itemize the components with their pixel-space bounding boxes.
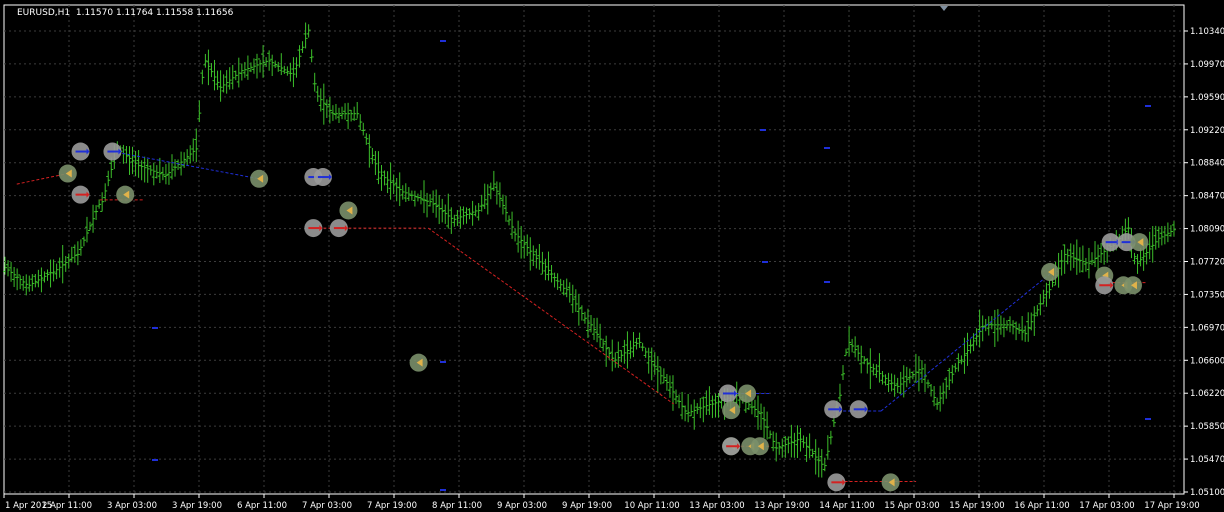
- price-axis-label: 1.07350: [1190, 290, 1224, 300]
- time-axis-label: 13 Apr 03:00: [689, 501, 744, 511]
- time-axis-label: 14 Apr 11:00: [819, 501, 874, 511]
- time-axis-label: 2 Apr 11:00: [42, 501, 92, 511]
- time-axis-label: 10 Apr 11:00: [624, 501, 679, 511]
- time-axis-label: 15 Apr 19:00: [949, 501, 1004, 511]
- time-axis-label: 15 Apr 03:00: [884, 501, 939, 511]
- ohlc-values: 1.11570 1.11764 1.11558 1.11656: [75, 8, 234, 18]
- time-axis-label: 9 Apr 03:00: [497, 501, 547, 511]
- price-axis-label: 1.10340: [1190, 27, 1224, 37]
- time-axis-label: 3 Apr 03:00: [107, 501, 157, 511]
- time-axis-label: 17 Apr 19:00: [1144, 501, 1199, 511]
- time-axis-label: 8 Apr 11:00: [432, 501, 482, 511]
- price-axis-label: 1.08470: [1190, 192, 1224, 202]
- plot-frame: [3, 4, 1185, 495]
- time-axis-label: 3 Apr 19:00: [172, 501, 222, 511]
- time-axis-label: 7 Apr 19:00: [367, 501, 417, 511]
- symbol-header: EURUSD,H1 1.11570 1.11764 1.11558 1.1165…: [17, 8, 233, 18]
- price-axis-label: 1.09970: [1190, 60, 1224, 70]
- price-chart[interactable]: 1.10340 1.09970 1.09590 1.09220 1.08840 1.084…: [0, 0, 1224, 512]
- time-axis-label: 9 Apr 19:00: [562, 501, 612, 511]
- time-axis-label: 13 Apr 19:00: [754, 501, 809, 511]
- price-axis-label: 1.09590: [1190, 93, 1224, 103]
- time-axis-label: 17 Apr 03:00: [1079, 501, 1134, 511]
- price-axis-label: 1.05850: [1190, 422, 1224, 432]
- time-axis-label: 16 Apr 11:00: [1014, 501, 1069, 511]
- price-axis-label: 1.08090: [1190, 225, 1224, 235]
- time-axis-label: 6 Apr 11:00: [237, 501, 287, 511]
- price-axis-label: 1.06220: [1190, 389, 1224, 399]
- symbol-timeframe: EURUSD,H1: [17, 8, 71, 18]
- price-axis-label: 1.06600: [1190, 356, 1224, 366]
- price-axis-label: 1.05470: [1190, 455, 1224, 465]
- sell-trade-line: [427, 227, 675, 405]
- price-axis-label: 1.08840: [1190, 159, 1224, 169]
- chart-shift-icon: [940, 6, 948, 11]
- price-axis-label: 1.05100: [1190, 488, 1224, 498]
- price-axis-label: 1.06970: [1190, 323, 1224, 333]
- chart-window[interactable]: 1.10340 1.09970 1.09590 1.09220 1.08840 1.084…: [0, 0, 1224, 512]
- price-axis-label: 1.07720: [1190, 258, 1224, 268]
- time-axis-label: 7 Apr 03:00: [302, 501, 352, 511]
- price-axis-label: 1.09220: [1190, 126, 1224, 136]
